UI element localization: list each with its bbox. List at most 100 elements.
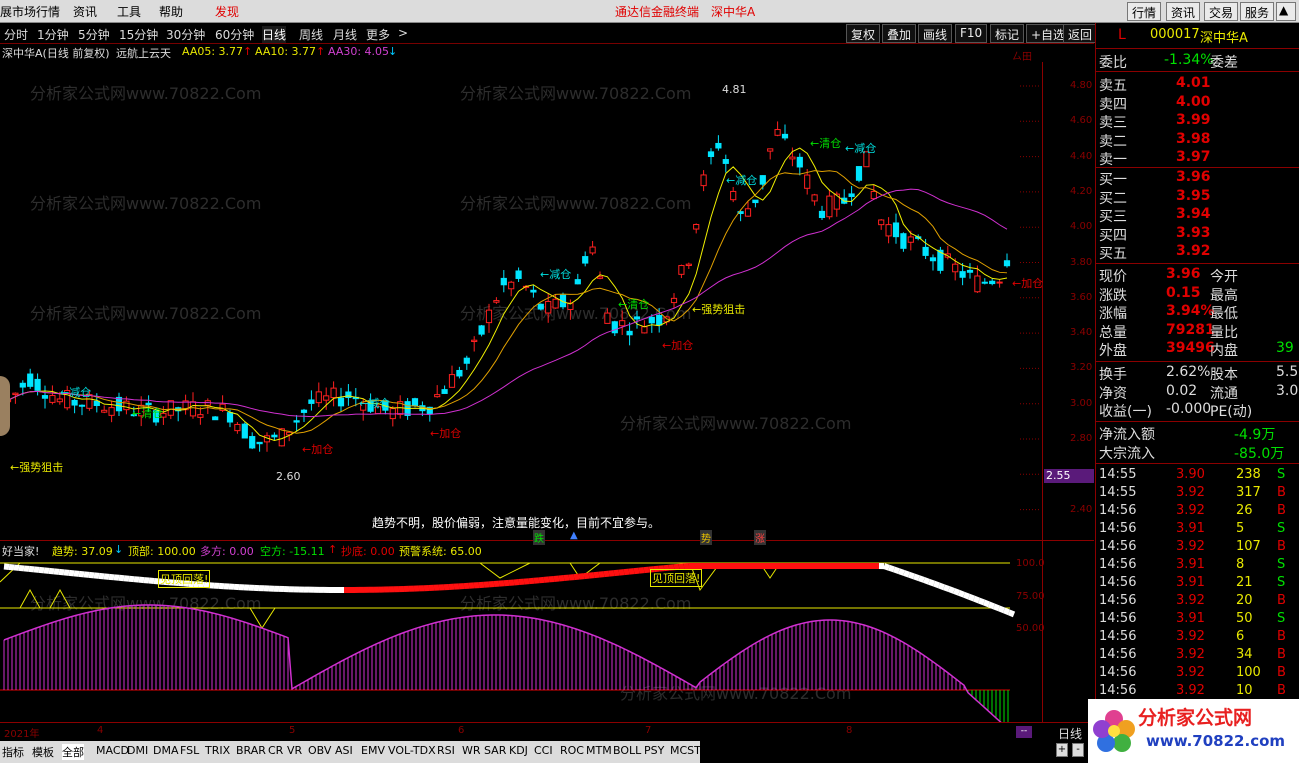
tab-rsi[interactable]: RSI bbox=[437, 744, 455, 757]
expand-icon[interactable]: ▲ bbox=[1276, 2, 1296, 21]
tab-fsl[interactable]: FSL bbox=[180, 744, 199, 757]
tab-fenshi[interactable]: 分时 bbox=[4, 26, 28, 43]
signal-strong: ←强势狙击 bbox=[10, 461, 64, 474]
signal-reduce: ←减仓 bbox=[359, 397, 391, 410]
tab-all[interactable]: 全部 bbox=[62, 744, 84, 760]
buy-price: 3.92 bbox=[1176, 243, 1211, 259]
panel-toggle-handle[interactable] bbox=[0, 376, 10, 436]
tick-side: S bbox=[1277, 521, 1286, 536]
signal-clear: ←清仓 bbox=[132, 407, 164, 420]
overlay-button[interactable]: 叠加 bbox=[882, 24, 917, 43]
candlestick-chart[interactable] bbox=[0, 62, 1042, 540]
ma30-arrow-icon: ↓ bbox=[388, 45, 398, 58]
tab-cci[interactable]: CCI bbox=[534, 744, 553, 757]
candle-body bbox=[545, 300, 552, 314]
trend-segment bbox=[972, 595, 981, 604]
candle-body bbox=[922, 246, 929, 256]
candle-body bbox=[167, 400, 174, 416]
tab-60min[interactable]: 60分钟 bbox=[215, 26, 254, 43]
tab-vr[interactable]: VR bbox=[287, 744, 302, 757]
mark-button[interactable]: 标记 bbox=[990, 24, 1025, 43]
zoom-out-button[interactable]: - bbox=[1072, 743, 1084, 757]
candle-body bbox=[256, 441, 263, 445]
candle-body bbox=[308, 399, 315, 404]
tab-weekly[interactable]: 周线 bbox=[299, 26, 323, 43]
divider bbox=[1096, 167, 1299, 168]
indicator-chart[interactable] bbox=[0, 560, 1042, 722]
tab-monthly[interactable]: 月线 bbox=[333, 26, 357, 43]
tab-cr[interactable]: CR bbox=[268, 744, 283, 757]
signal-add: ←加仓 bbox=[1012, 277, 1044, 290]
tab-dma[interactable]: DMA bbox=[153, 744, 179, 757]
sell-label: 卖五 bbox=[1099, 78, 1127, 94]
menu-tools[interactable]: 工具 bbox=[117, 3, 141, 20]
tick-side: B bbox=[1277, 647, 1286, 662]
quote-button[interactable]: 行情 bbox=[1127, 2, 1162, 21]
back-button[interactable]: 返回 bbox=[1063, 24, 1098, 43]
candle-body bbox=[656, 314, 663, 326]
candle-body bbox=[870, 190, 877, 200]
quote-header: L 000017 深中华A bbox=[1096, 27, 1299, 49]
tab-1min[interactable]: 1分钟 bbox=[37, 26, 69, 43]
tab-indicator[interactable]: 指标 bbox=[2, 744, 24, 760]
tab-mcst[interactable]: MCST bbox=[670, 744, 701, 757]
tab-trix[interactable]: TRIX bbox=[205, 744, 230, 757]
service-button[interactable]: 服务 bbox=[1240, 2, 1275, 21]
draw-line-button[interactable]: 画线 bbox=[918, 24, 953, 43]
tab-asi[interactable]: ASI bbox=[335, 744, 353, 757]
tick-price: 3.91 bbox=[1176, 575, 1205, 590]
candle-body bbox=[885, 224, 892, 237]
quote-row: 换手 2.62% 股本 5.5 bbox=[1096, 364, 1299, 383]
fuquan-button[interactable]: 复权 bbox=[846, 24, 881, 43]
quote-row: 卖四 4.00 bbox=[1096, 93, 1299, 113]
tab-daily[interactable]: 日线 bbox=[262, 26, 287, 43]
menu-news[interactable]: 资讯 bbox=[73, 3, 97, 20]
tab-obv[interactable]: OBV bbox=[308, 744, 331, 757]
buy-label: 买二 bbox=[1099, 190, 1127, 207]
trend-segment bbox=[997, 605, 1006, 614]
trend-segment bbox=[932, 580, 941, 589]
tab-15min[interactable]: 15分钟 bbox=[119, 26, 158, 43]
buy-label: 买一 bbox=[1099, 172, 1127, 188]
tab-macd[interactable]: MACD bbox=[96, 744, 129, 757]
tab-vol-tdx[interactable]: VOL-TDX bbox=[388, 744, 436, 757]
tab-sar[interactable]: SAR bbox=[484, 744, 506, 757]
tab-mtm[interactable]: MTM bbox=[586, 744, 612, 757]
tab-psy[interactable]: PSY bbox=[644, 744, 664, 757]
tick-price: 3.92 bbox=[1176, 647, 1205, 662]
tab-5min[interactable]: 5分钟 bbox=[78, 26, 110, 43]
period-label[interactable]: 日线 bbox=[1058, 725, 1082, 742]
candle-body bbox=[900, 233, 907, 249]
tab-roc[interactable]: ROC bbox=[560, 744, 584, 757]
menu-help[interactable]: 帮助 bbox=[159, 3, 183, 20]
candle-body bbox=[456, 369, 463, 377]
tab-brar[interactable]: BRAR bbox=[236, 744, 266, 757]
f10-button[interactable]: F10 bbox=[955, 24, 988, 43]
zoom-in-button[interactable]: + bbox=[1056, 743, 1068, 757]
tab-emv[interactable]: EMV bbox=[361, 744, 385, 757]
buy-label: 买五 bbox=[1099, 246, 1127, 262]
tab-template[interactable]: 模板 bbox=[32, 744, 54, 760]
tab-boll[interactable]: BOLL bbox=[613, 744, 641, 757]
tab-wr[interactable]: WR bbox=[462, 744, 481, 757]
low-price-label: 2.60 bbox=[276, 470, 301, 483]
bear-arrow-icon: ↑ bbox=[328, 543, 338, 556]
tick-side: S bbox=[1277, 557, 1286, 572]
divider bbox=[1096, 421, 1299, 422]
news-button[interactable]: 资讯 bbox=[1166, 2, 1201, 21]
trade-button[interactable]: 交易 bbox=[1204, 2, 1239, 21]
buy-label: 买四 bbox=[1099, 227, 1127, 244]
quote-row: 14:56 3.91 5 S bbox=[1096, 521, 1299, 539]
sell-price: 4.00 bbox=[1176, 93, 1211, 110]
menu-market[interactable]: 展市场行情 bbox=[0, 3, 60, 20]
corner-label: ㄙ田 bbox=[1012, 52, 1032, 63]
tab-kdj[interactable]: KDJ bbox=[509, 744, 528, 757]
tab-30min[interactable]: 30分钟 bbox=[166, 26, 205, 43]
chevron-right-icon[interactable]: > bbox=[398, 26, 408, 40]
tab-more[interactable]: 更多 bbox=[366, 26, 390, 43]
flow-value: -85.0万 bbox=[1234, 446, 1285, 462]
stat-label: 最高 bbox=[1210, 287, 1238, 304]
stat-label: 涨跌 bbox=[1099, 287, 1127, 304]
tab-dmi[interactable]: DMI bbox=[127, 744, 148, 757]
menu-discover[interactable]: 发现 bbox=[215, 3, 239, 20]
